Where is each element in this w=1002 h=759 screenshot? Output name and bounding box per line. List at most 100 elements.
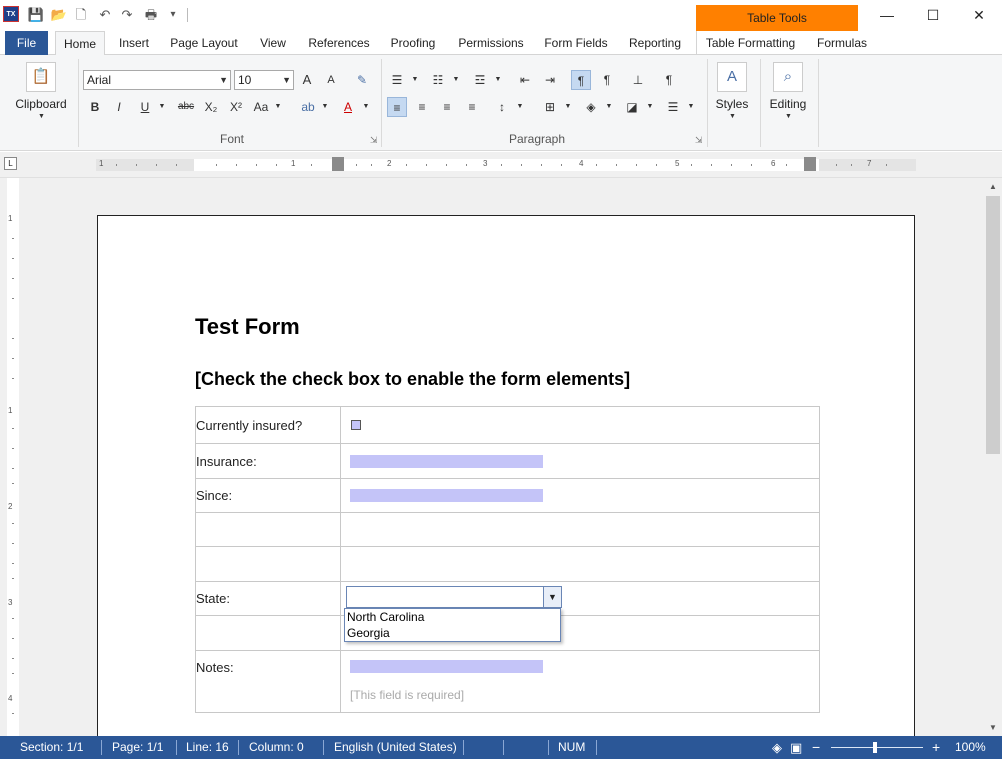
right-indent-marker-icon[interactable] [804, 157, 816, 171]
vertical-scrollbar[interactable]: ▲ ▼ [984, 178, 1002, 736]
list-item[interactable]: Georgia [345, 625, 560, 641]
bold-button[interactable]: B [85, 97, 105, 117]
chevron-down-icon[interactable]: ▼ [564, 103, 572, 110]
tab-insert[interactable]: Insert [110, 31, 158, 55]
insurance-text-field[interactable] [350, 455, 543, 468]
tab-proofing[interactable]: Proofing [383, 31, 443, 55]
frame-color-icon[interactable]: ◪ [622, 97, 642, 117]
chevron-down-icon[interactable]: ▼ [158, 103, 166, 110]
shrink-font-button[interactable]: A [321, 70, 341, 90]
since-date-field[interactable] [350, 489, 543, 502]
clear-formatting-icon[interactable]: ✎ [352, 70, 372, 90]
font-dialog-launcher-icon[interactable]: ⇲ [370, 135, 378, 146]
customize-dropdown-icon[interactable]: ▾ [164, 5, 182, 25]
fit-page-icon[interactable]: ◈ [772, 736, 782, 759]
status-language[interactable]: English (United States) [334, 736, 457, 759]
column-marker-icon[interactable] [332, 157, 344, 171]
state-combobox[interactable]: ▼ [346, 586, 562, 608]
zoom-in-button[interactable]: + [932, 736, 940, 759]
scrollbar-thumb[interactable] [986, 196, 1000, 454]
chevron-down-icon[interactable]: ▼ [646, 103, 654, 110]
tab-file[interactable]: File [5, 31, 48, 55]
print-icon[interactable]: 🖶 [142, 5, 160, 25]
align-right-icon[interactable]: ≡ [437, 97, 457, 117]
borders-icon[interactable]: ⊞ [540, 97, 560, 117]
chevron-down-icon[interactable]: ▼ [785, 113, 792, 120]
redo-icon[interactable]: ↷ [118, 5, 136, 25]
chevron-down-icon[interactable]: ▼ [452, 76, 460, 83]
close-icon[interactable]: ✕ [956, 0, 1002, 31]
chevron-down-icon[interactable]: ▼ [38, 113, 45, 120]
paste-icon[interactable]: 📋 [26, 62, 56, 92]
search-icon[interactable]: ⌕ [773, 62, 803, 92]
pilcrow-icon[interactable]: ¶ [659, 70, 679, 90]
chevron-down-icon[interactable]: ▼ [605, 103, 613, 110]
notes-text-field[interactable] [350, 660, 543, 673]
numbering-icon[interactable]: ☷ [428, 70, 448, 90]
multilevel-list-icon[interactable]: ☲ [470, 70, 490, 90]
horizontal-ruler[interactable]: 1 1 2 3 4 5 6 7 [96, 157, 916, 171]
tab-reporting[interactable]: Reporting [622, 31, 688, 55]
tab-selector-icon[interactable]: L [4, 157, 17, 170]
underline-button[interactable]: U [135, 97, 155, 117]
zoom-slider[interactable] [831, 747, 923, 748]
styles-button[interactable]: Styles [708, 97, 756, 111]
tab-home[interactable]: Home [55, 31, 105, 56]
decrease-indent-icon[interactable]: ⇤ [515, 70, 535, 90]
show-formatting-icon[interactable]: ¶ [571, 70, 591, 90]
tab-form-fields[interactable]: Form Fields [539, 31, 613, 55]
chevron-down-icon[interactable]: ▼ [274, 103, 282, 110]
chevron-down-icon[interactable]: ▼ [543, 587, 561, 607]
shading-icon[interactable]: ◈ [581, 97, 601, 117]
font-name-select[interactable]: Arial ▼ [83, 70, 231, 90]
strikethrough-button[interactable]: abc [174, 97, 198, 117]
maximize-icon[interactable]: ☐ [910, 0, 956, 31]
zoom-level[interactable]: 100% [955, 736, 986, 759]
paragraph-marks-icon[interactable]: ¶ [597, 70, 617, 90]
document-page[interactable]: Test Form [Check the check box to enable… [97, 215, 915, 736]
save-icon[interactable]: 💾 [27, 5, 45, 25]
change-case-button[interactable]: Aa [251, 97, 271, 117]
document-area[interactable]: Test Form [Check the check box to enable… [26, 178, 984, 736]
clipboard-button[interactable]: Clipboard [8, 97, 74, 111]
chevron-down-icon[interactable]: ▼ [362, 103, 370, 110]
chevron-down-icon[interactable]: ▼ [687, 103, 695, 110]
insured-checkbox[interactable] [351, 420, 361, 430]
font-color-icon[interactable]: A [338, 97, 358, 117]
minimize-icon[interactable]: — [864, 0, 910, 31]
chevron-down-icon[interactable]: ▼ [494, 76, 502, 83]
line-spacing-icon[interactable]: ↕ [492, 97, 512, 117]
superscript-button[interactable]: X² [226, 97, 246, 117]
italic-button[interactable]: I [109, 97, 129, 117]
undo-icon[interactable]: ↶ [96, 5, 114, 25]
increase-indent-icon[interactable]: ⇥ [540, 70, 560, 90]
subscript-button[interactable]: X₂ [201, 97, 221, 117]
zoom-slider-thumb[interactable] [873, 742, 877, 753]
font-size-select[interactable]: 10 ▼ [234, 70, 294, 90]
tab-formulas[interactable]: Formulas [808, 31, 876, 55]
tab-stop-icon[interactable]: ⊥ [628, 70, 648, 90]
chevron-down-icon[interactable]: ▼ [516, 103, 524, 110]
list-item[interactable]: North Carolina [345, 609, 560, 625]
scroll-up-icon[interactable]: ▲ [984, 178, 1002, 195]
vertical-ruler[interactable]: 1 1 2 3 4 [0, 178, 26, 736]
tab-table-formatting[interactable]: Table Formatting [696, 31, 804, 55]
tab-permissions[interactable]: Permissions [453, 31, 529, 55]
paragraph-dialog-launcher-icon[interactable]: ⇲ [695, 135, 703, 146]
grow-font-button[interactable]: A [297, 70, 317, 90]
fit-width-icon[interactable]: ▣ [790, 736, 802, 759]
scroll-down-icon[interactable]: ▼ [984, 719, 1002, 736]
justify-icon[interactable]: ≡ [462, 97, 482, 117]
line-style-icon[interactable]: ☰ [663, 97, 683, 117]
tab-page-layout[interactable]: Page Layout [165, 31, 243, 55]
tab-references[interactable]: References [303, 31, 375, 55]
new-document-icon[interactable]: 🗋 [72, 5, 90, 25]
align-left-icon[interactable]: ≡ [387, 97, 407, 117]
highlight-color-icon[interactable]: ab [298, 97, 318, 117]
editing-button[interactable]: Editing [762, 97, 814, 111]
styles-icon[interactable]: A [717, 62, 747, 92]
align-center-icon[interactable]: ≡ [412, 97, 432, 117]
chevron-down-icon[interactable]: ▼ [411, 76, 419, 83]
bullets-icon[interactable]: ☰ [387, 70, 407, 90]
open-folder-icon[interactable]: 📂 [50, 5, 68, 25]
